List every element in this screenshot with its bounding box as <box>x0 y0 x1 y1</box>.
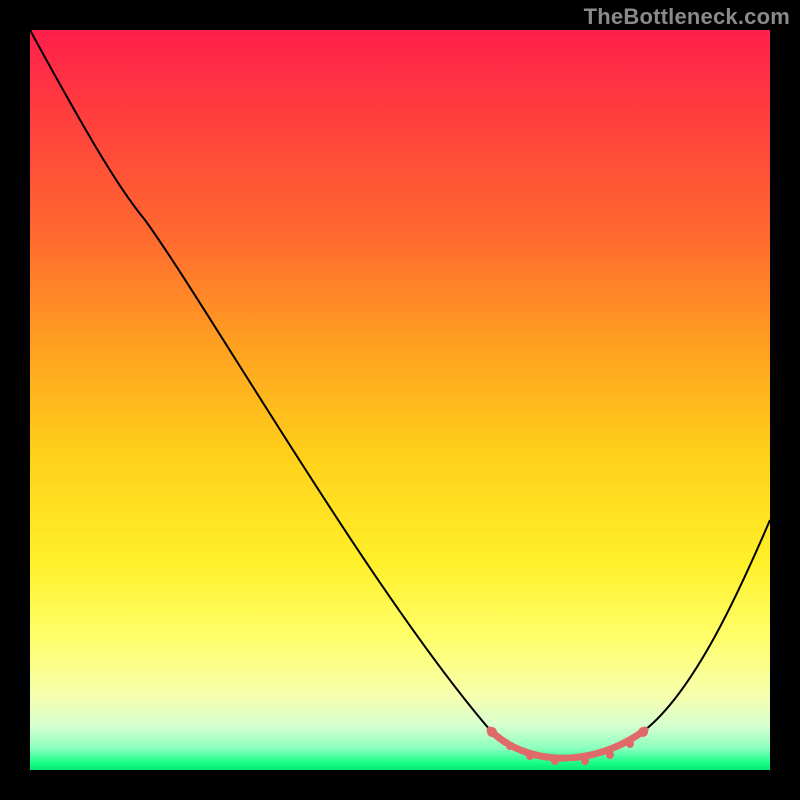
dot <box>638 727 648 737</box>
bottleneck-curve <box>30 30 770 770</box>
dot <box>506 742 514 750</box>
dot <box>606 751 614 759</box>
dot <box>626 740 634 748</box>
dot <box>526 752 534 760</box>
watermark: TheBottleneck.com <box>584 4 790 30</box>
dot <box>487 727 497 737</box>
dot <box>551 757 559 765</box>
chart-frame: TheBottleneck.com <box>0 0 800 800</box>
dot <box>581 757 589 765</box>
curve-main <box>30 30 770 758</box>
plot-area <box>30 30 770 770</box>
